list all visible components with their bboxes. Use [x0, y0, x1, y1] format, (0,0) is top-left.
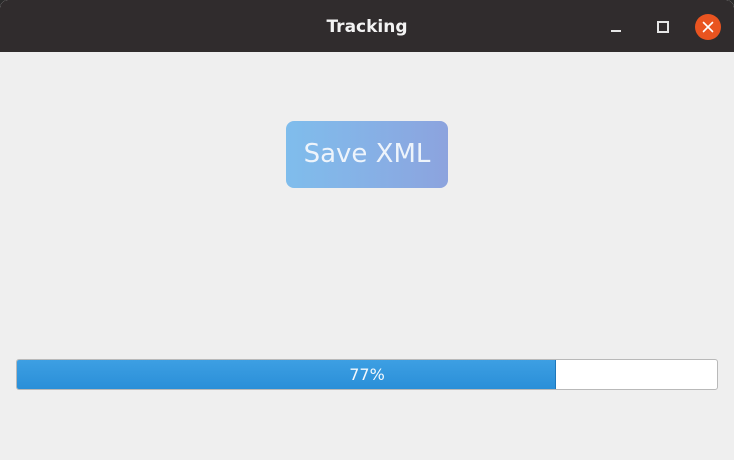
progress-bar: 77%	[16, 359, 718, 390]
maximize-button[interactable]	[649, 14, 675, 40]
app-window: Tracking Save XML 77%	[0, 0, 734, 460]
minimize-icon	[611, 30, 621, 32]
close-icon	[702, 21, 714, 33]
progress-label: 77%	[349, 365, 385, 384]
close-button[interactable]	[695, 14, 721, 40]
minimize-button[interactable]	[603, 14, 629, 40]
title-bar[interactable]: Tracking	[0, 0, 734, 52]
maximize-icon	[657, 21, 669, 33]
save-xml-button[interactable]: Save XML	[286, 121, 448, 188]
